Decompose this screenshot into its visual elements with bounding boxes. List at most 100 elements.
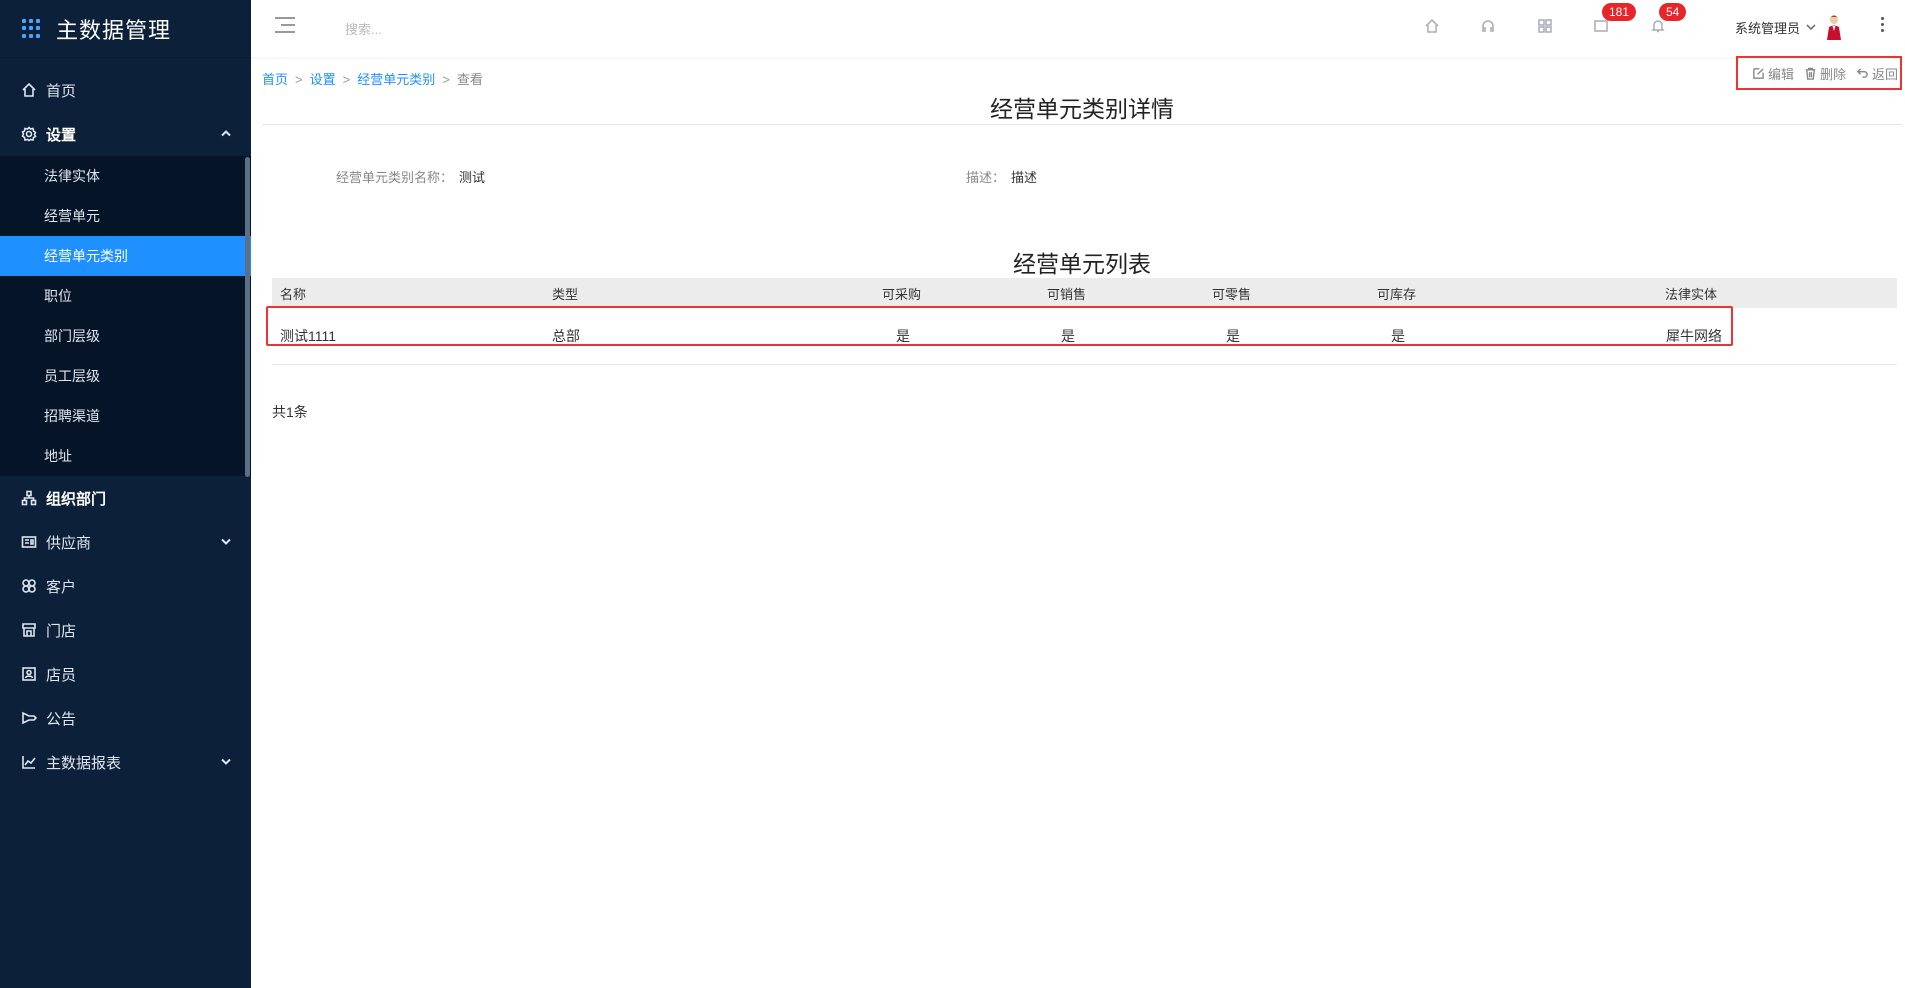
- sidebar-item-announcement[interactable]: 公告: [0, 696, 251, 740]
- column-header: 可库存: [1377, 286, 1417, 302]
- back-arrow-icon: [1856, 67, 1868, 78]
- sidebar-item-settings[interactable]: 设置: [0, 112, 251, 156]
- sidebar-item-org-department[interactable]: 组织部门: [0, 476, 251, 520]
- detail-field-category-name: 经营单元类别名称： 测试: [336, 167, 485, 186]
- sidebar-item-department-level[interactable]: 部门层级: [0, 316, 251, 356]
- sidebar-item-home[interactable]: 首页: [0, 68, 251, 112]
- sidebar-item-store[interactable]: 门店: [0, 608, 251, 652]
- sidebar-item-report[interactable]: 主数据报表: [0, 740, 251, 784]
- user-name: 系统管理员: [1735, 20, 1801, 36]
- list-title: 经营单元列表: [1013, 251, 1151, 277]
- home-icon: [20, 81, 38, 99]
- edit-icon: [1753, 67, 1764, 79]
- column-header: 可零售: [1212, 286, 1252, 302]
- field-label: 描述：: [966, 170, 1006, 185]
- table-cell: 总部: [552, 328, 580, 344]
- sidebar-item-label: 设置: [46, 126, 77, 144]
- delete-button[interactable]: 删除: [1804, 64, 1846, 83]
- business-unit-table: 名称 类型 可采购 可销售 可零售 可库存 法律实体 测试1111 总部 是 是…: [266, 278, 1897, 365]
- sidebar: 主数据管理 首页 设置 法律实体 经营单元 经营单元类别 职位 部门层级 员工层…: [0, 0, 251, 988]
- chevron-down-icon: [221, 754, 231, 771]
- sidebar-item-label: 主数据报表: [46, 754, 122, 772]
- sidebar-item-employee-level[interactable]: 员工层级: [0, 356, 251, 396]
- edit-button[interactable]: 编辑: [1752, 64, 1794, 83]
- sidebar-item-business-unit-category[interactable]: 经营单元类别: [0, 236, 251, 276]
- breadcrumb: 首页 > 设置 > 经营单元类别 > 查看: [262, 72, 483, 87]
- app-title: 主数据管理: [56, 17, 172, 43]
- store-icon: [20, 621, 38, 639]
- home-icon[interactable]: [1421, 15, 1443, 37]
- column-header: 可销售: [1047, 286, 1087, 302]
- table-cell: 犀牛网络: [1666, 328, 1722, 344]
- message-count-badge: 181: [1602, 3, 1637, 21]
- sidebar-item-label: 首页: [46, 82, 77, 100]
- detail-field-description: 描述： 描述: [966, 167, 1037, 186]
- breadcrumb-category[interactable]: 经营单元类别: [357, 72, 435, 87]
- breadcrumb-current: 查看: [456, 72, 483, 87]
- total-count: 共1条: [272, 404, 308, 420]
- table-header: 名称 类型 可采购 可销售 可零售 可库存 法律实体: [272, 278, 1897, 308]
- search-input[interactable]: [343, 16, 547, 42]
- bell-icon[interactable]: 54: [1647, 3, 1687, 37]
- avatar[interactable]: [1824, 14, 1844, 40]
- sidebar-item-supplier[interactable]: 供应商: [0, 520, 251, 564]
- chevron-down-icon: [221, 534, 231, 551]
- user-menu[interactable]: 系统管理员: [1735, 14, 1844, 40]
- table-cell: 是: [1391, 328, 1405, 344]
- sidebar-item-label: 客户: [46, 578, 77, 596]
- column-header: 可采购: [882, 286, 922, 302]
- table-cell: 是: [1061, 328, 1075, 344]
- table-row[interactable]: 测试1111 总部 是 是 是 是 犀牛网络: [266, 306, 1897, 365]
- sidebar-item-label: 供应商: [46, 534, 92, 552]
- field-value: 测试: [459, 170, 486, 185]
- table-cell: 测试1111: [280, 328, 337, 344]
- page-title: 经营单元类别详情: [990, 96, 1174, 122]
- sidebar-item-customer[interactable]: 客户: [0, 564, 251, 608]
- report-chart-icon: [20, 753, 38, 771]
- customer-icon: [20, 577, 38, 595]
- highlight-box: [266, 306, 1733, 346]
- top-header: 181 54 系统管理员: [251, 0, 1905, 57]
- sidebar-item-legal-entity[interactable]: 法律实体: [0, 156, 251, 196]
- column-header: 名称: [280, 286, 307, 302]
- sidebar-item-label: 组织部门: [46, 490, 107, 508]
- sidebar-item-label: 店员: [46, 666, 77, 684]
- notification-count-badge: 54: [1659, 3, 1687, 21]
- sidebar-item-label: 公告: [46, 710, 77, 728]
- column-header: 法律实体: [1665, 286, 1718, 302]
- org-tree-icon: [20, 489, 38, 507]
- settings-submenu: 法律实体 经营单元 经营单元类别 职位 部门层级 员工层级 招聘渠道 地址: [0, 156, 251, 476]
- headset-icon[interactable]: [1477, 15, 1499, 37]
- brand: 主数据管理: [0, 0, 251, 58]
- gear-icon: [20, 125, 38, 143]
- breadcrumb-settings[interactable]: 设置: [310, 72, 336, 87]
- trash-icon: [1805, 67, 1816, 80]
- apps-icon[interactable]: [1534, 15, 1556, 37]
- field-label: 经营单元类别名称：: [336, 170, 454, 185]
- sidebar-item-label: 门店: [46, 622, 77, 640]
- table-cell: 是: [1226, 328, 1240, 344]
- message-icon[interactable]: 181: [1590, 3, 1637, 37]
- sidebar-menu: 首页 设置 法律实体 经营单元 经营单元类别 职位 部门层级 员工层级 招聘渠道…: [0, 68, 251, 784]
- supplier-icon: [20, 533, 38, 551]
- divider: [262, 124, 1902, 125]
- sidebar-item-business-unit[interactable]: 经营单元: [0, 196, 251, 236]
- announcement-icon: [20, 709, 38, 727]
- more-vertical-icon[interactable]: [1881, 17, 1885, 35]
- apps-grid-icon: [22, 18, 42, 39]
- sidebar-scrollbar[interactable]: [245, 157, 250, 477]
- field-value: 描述: [1011, 170, 1038, 185]
- sidebar-item-position[interactable]: 职位: [0, 276, 251, 316]
- staff-icon: [20, 665, 38, 683]
- table-cell: 是: [896, 328, 910, 344]
- sidebar-item-recruit-channel[interactable]: 招聘渠道: [0, 396, 251, 436]
- sidebar-item-staff[interactable]: 店员: [0, 652, 251, 696]
- breadcrumb-home[interactable]: 首页: [262, 72, 288, 87]
- chevron-up-icon: [221, 126, 231, 143]
- action-toolbar: 编辑 删除 返回: [1736, 56, 1902, 90]
- sidebar-item-address[interactable]: 地址: [0, 436, 251, 476]
- column-header: 类型: [552, 286, 579, 302]
- menu-toggle-icon[interactable]: [275, 17, 295, 33]
- back-button[interactable]: 返回: [1856, 64, 1898, 83]
- chevron-down-icon: [1800, 20, 1816, 35]
